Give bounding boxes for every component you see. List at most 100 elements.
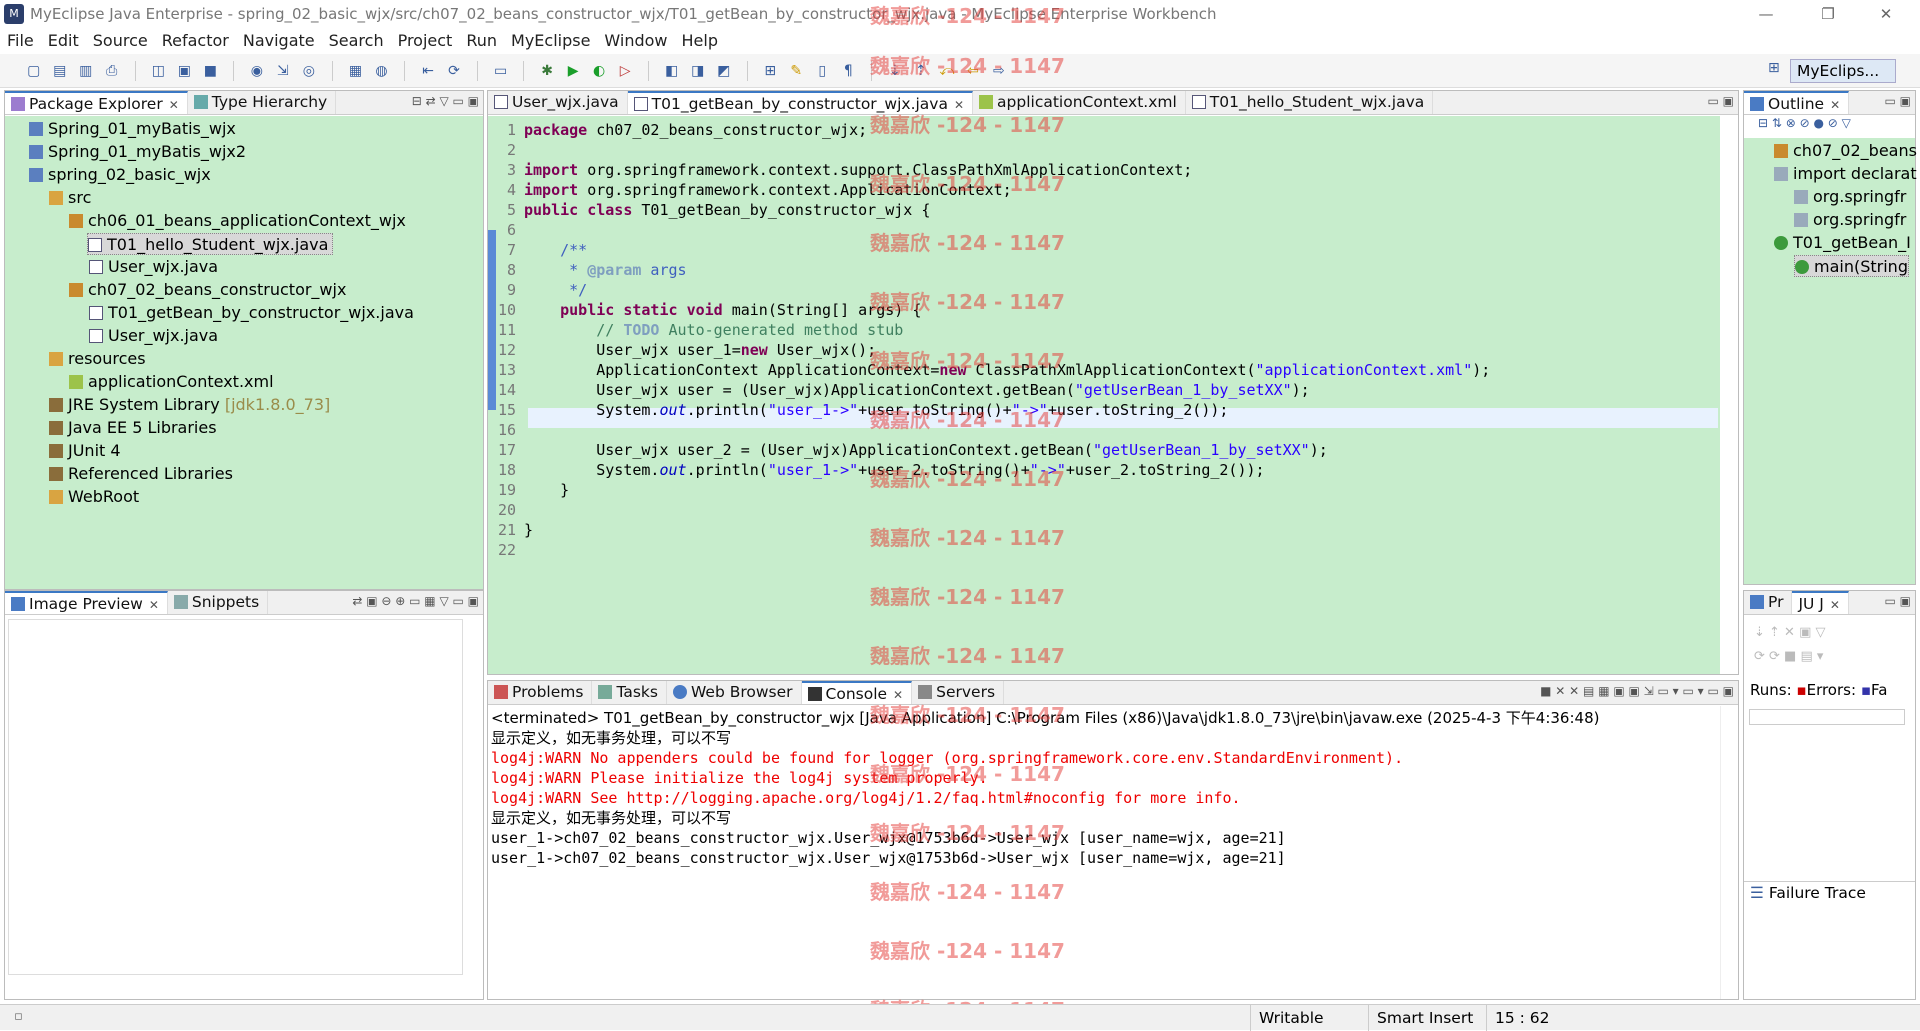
- outline-minmax-icon[interactable]: ▭ ▣: [1885, 94, 1912, 108]
- new-class-icon[interactable]: ◩: [713, 60, 735, 82]
- package-icon[interactable]: ■: [199, 60, 221, 82]
- minimize-button[interactable]: —: [1746, 3, 1786, 25]
- junit-minmax-icon[interactable]: ▭ ▣: [1885, 594, 1912, 608]
- outline-item[interactable]: ch07_02_beans: [1774, 140, 1917, 162]
- tab-user-wjx[interactable]: User_wjx.java: [488, 91, 628, 114]
- tab-snippets[interactable]: Snippets: [168, 591, 269, 614]
- outline-item[interactable]: import declarat: [1774, 163, 1917, 185]
- terminal-icon[interactable]: ▭: [490, 60, 512, 82]
- outline-item[interactable]: main(String: [1794, 255, 1909, 277]
- menu-help[interactable]: Help: [675, 28, 725, 53]
- back-icon[interactable]: ⇤: [417, 60, 439, 82]
- console-output[interactable]: <terminated> T01_getBean_by_constructor_…: [488, 706, 1738, 999]
- tree-item-library[interactable]: Java EE 5 Libraries: [49, 417, 217, 439]
- restore-button[interactable]: ❐: [1808, 3, 1848, 25]
- tree-item-package[interactable]: ch07_02_beans_constructor_wjx: [69, 279, 346, 301]
- menu-search[interactable]: Search: [322, 28, 391, 53]
- save-all-icon[interactable]: ▥: [75, 60, 97, 82]
- close-icon[interactable]: ✕: [149, 598, 159, 612]
- tab-type-hierarchy[interactable]: Type Hierarchy: [188, 91, 337, 114]
- tree-item-resources[interactable]: resources: [49, 348, 146, 370]
- new-project-icon[interactable]: ◫: [147, 60, 169, 82]
- tree-item-library[interactable]: JUnit 4: [49, 440, 121, 462]
- show-whitespace-icon[interactable]: ¶: [837, 60, 859, 82]
- menu-project[interactable]: Project: [391, 28, 460, 53]
- menu-source[interactable]: Source: [86, 28, 155, 53]
- new-package-icon[interactable]: ◨: [687, 60, 709, 82]
- tab-image-preview[interactable]: Image Preview ✕: [5, 591, 168, 614]
- open-type-icon[interactable]: ▣: [173, 60, 195, 82]
- web-icon[interactable]: ◍: [370, 60, 392, 82]
- open-perspective-icon[interactable]: ⊞: [1768, 60, 1788, 80]
- debug-icon[interactable]: ✱: [536, 60, 558, 82]
- outline-toolbar[interactable]: ⊟ ⇅ ⊗ ⊘ ● ⊘ ▽: [1744, 116, 1915, 138]
- tree-item-java-file[interactable]: T01_hello_Student_wjx.java: [87, 233, 334, 255]
- next-annotation-icon[interactable]: ⇣: [884, 60, 906, 82]
- new-java-project-icon[interactable]: ◧: [661, 60, 683, 82]
- external-tools-icon[interactable]: ▷: [614, 60, 636, 82]
- tree-item-package[interactable]: ch06_01_beans_applicationContext_wjx: [69, 210, 406, 232]
- build-icon[interactable]: ▦: [344, 60, 366, 82]
- outline-item[interactable]: T01_getBean_I: [1774, 232, 1911, 254]
- tree-item-library[interactable]: JRE System Library [jdk1.8.0_73]: [49, 394, 330, 416]
- tab-t01-hello-student[interactable]: T01_hello_Student_wjx.java: [1186, 91, 1434, 114]
- outline-item[interactable]: org.springfr: [1794, 186, 1906, 208]
- forward-nav-icon[interactable]: ⇨: [988, 60, 1010, 82]
- menu-edit[interactable]: Edit: [41, 28, 86, 53]
- tree-item-xml-file[interactable]: applicationContext.xml: [69, 371, 274, 393]
- tab-problems[interactable]: Problems: [488, 681, 593, 704]
- server-icon[interactable]: ◉: [246, 60, 268, 82]
- close-icon[interactable]: ✕: [954, 98, 964, 112]
- menu-window[interactable]: Window: [597, 28, 674, 53]
- editor-minmax-icon[interactable]: ▭ ▣: [1708, 94, 1735, 108]
- tree-item-java-file[interactable]: User_wjx.java: [89, 256, 218, 278]
- junit-history-toolbar[interactable]: ⟳ ⟳ ■ ▤ ▾: [1754, 649, 1823, 664]
- tab-properties[interactable]: Pr: [1744, 591, 1793, 614]
- close-icon[interactable]: ✕: [169, 98, 179, 112]
- menu-navigate[interactable]: Navigate: [236, 28, 322, 53]
- coverage-icon[interactable]: ◐: [588, 60, 610, 82]
- tab-junit[interactable]: JU J ✕: [1792, 591, 1849, 614]
- close-icon[interactable]: ✕: [1830, 598, 1840, 612]
- last-edit-icon[interactable]: ⤺: [936, 60, 958, 82]
- back-nav-icon[interactable]: ⇦: [962, 60, 984, 82]
- tab-t01-getbean[interactable]: T01_getBean_by_constructor_wjx.java ✕: [627, 91, 974, 114]
- tree-item-library[interactable]: Referenced Libraries: [49, 463, 233, 485]
- perspective-switcher[interactable]: MyEclips...: [1790, 59, 1896, 83]
- run-icon[interactable]: ▶: [562, 60, 584, 82]
- save-icon[interactable]: ▤: [49, 60, 71, 82]
- close-icon[interactable]: ✕: [893, 688, 903, 702]
- junit-toolbar[interactable]: ⇣ ⇡ ✕ ▣ ▽: [1754, 625, 1826, 640]
- console-toolbar[interactable]: ■ ✕ ✕ ▤ ▦ ▣ ▣ ⇲ ▭ ▾ ▭ ▾ ▭ ▣: [1540, 684, 1734, 698]
- tree-item-project[interactable]: Spring_01_myBatis_wjx: [29, 118, 236, 140]
- tab-servers[interactable]: Servers: [912, 681, 1005, 704]
- image-tools-icon[interactable]: ⇄ ▣ ⊖ ⊕ ▭ ▦ ▽ ▭ ▣: [352, 594, 479, 608]
- new-icon[interactable]: ▢: [23, 60, 45, 82]
- tab-web-browser[interactable]: Web Browser: [667, 681, 802, 704]
- browser-icon[interactable]: ◎: [298, 60, 320, 82]
- open-task-icon[interactable]: ⊞: [759, 60, 781, 82]
- outline-item[interactable]: org.springfr: [1794, 209, 1906, 231]
- tab-package-explorer[interactable]: Package Explorer ✕: [5, 91, 188, 114]
- tree-item-java-file[interactable]: T01_getBean_by_constructor_wjx.java: [89, 302, 414, 324]
- tab-tasks[interactable]: Tasks: [592, 681, 667, 704]
- tree-item-project[interactable]: spring_02_basic_wjx: [29, 164, 211, 186]
- mark-occurrences-icon[interactable]: ✎: [785, 60, 807, 82]
- menu-run[interactable]: Run: [459, 28, 504, 53]
- tab-application-context[interactable]: applicationContext.xml: [973, 91, 1186, 114]
- close-icon[interactable]: ✕: [1830, 98, 1840, 112]
- tree-item-java-file[interactable]: User_wjx.java: [89, 325, 218, 347]
- tab-outline[interactable]: Outline ✕: [1744, 91, 1850, 114]
- refresh-icon[interactable]: ⟳: [443, 60, 465, 82]
- menu-refactor[interactable]: Refactor: [155, 28, 236, 53]
- editor-overview-ruler[interactable]: [1720, 116, 1738, 674]
- code-editor[interactable]: 1 package ch07_02_beans_constructor_wjx; …: [488, 116, 1738, 674]
- view-menu-icon[interactable]: ⊟ ⇄ ▽ ▭ ▣: [412, 94, 479, 108]
- tab-console[interactable]: Console ✕: [801, 681, 913, 704]
- console-scrollbar[interactable]: [1720, 706, 1738, 999]
- close-button[interactable]: ✕: [1866, 3, 1906, 25]
- menu-myeclipse[interactable]: MyEclipse: [504, 28, 597, 53]
- tree-item-webroot[interactable]: WebRoot: [49, 486, 139, 508]
- toggle-block-icon[interactable]: ▯: [811, 60, 833, 82]
- tree-item-project[interactable]: Spring_01_myBatis_wjx2: [29, 141, 246, 163]
